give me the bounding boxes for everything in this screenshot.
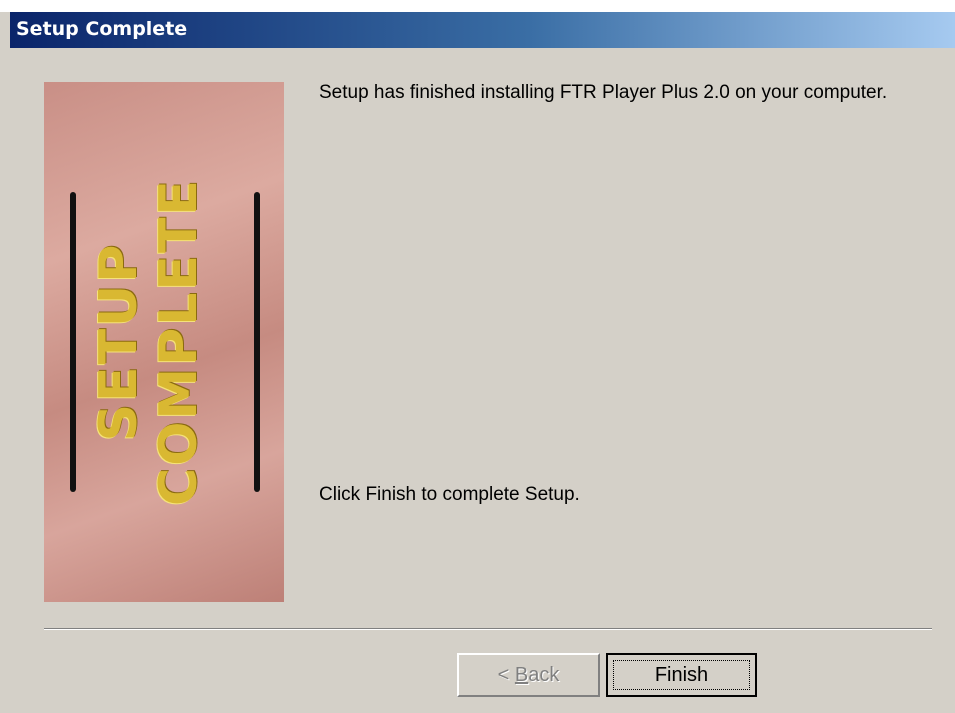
window-top-edge xyxy=(0,0,955,12)
finish-instruction: Click Finish to complete Setup. xyxy=(319,484,580,505)
window-title: Setup Complete xyxy=(16,18,188,40)
back-button-rest: ack xyxy=(528,664,560,686)
banner-left-bar xyxy=(70,192,76,492)
setup-complete-banner-image: SETUP COMPLETE xyxy=(44,82,284,602)
banner-right-bar xyxy=(254,192,260,492)
banner-word-complete: COMPLETE xyxy=(149,178,209,506)
title-bar[interactable]: Setup Complete xyxy=(10,12,955,48)
setup-dialog: Setup Complete SETUP COMPLETE Setup has … xyxy=(0,0,955,713)
banner-word-setup: SETUP xyxy=(89,242,149,442)
banner-text-rotated: SETUP COMPLETE xyxy=(89,152,239,532)
back-button[interactable]: < Back xyxy=(457,653,600,697)
finish-button[interactable]: Finish xyxy=(606,653,757,697)
completion-message: Setup has finished installing FTR Player… xyxy=(319,82,888,103)
back-button-accel: B xyxy=(514,664,529,686)
finish-button-label: Finish xyxy=(654,664,709,686)
button-separator xyxy=(44,628,932,630)
back-button-prefix: < xyxy=(497,664,515,686)
